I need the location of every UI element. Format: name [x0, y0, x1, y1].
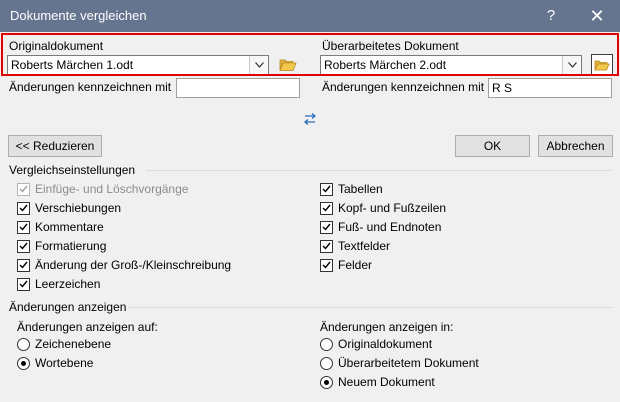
checkbox-box[interactable]: [17, 258, 30, 272]
revised-doc-value: Roberts Märchen 2.odt: [324, 58, 447, 72]
checkbox-headers-footers[interactable]: Kopf- und Fußzeilen: [320, 201, 446, 215]
checkbox-label: Felder: [338, 258, 373, 272]
radio-label: Neuem Dokument: [338, 375, 435, 389]
checkbox-label: Tabellen: [338, 182, 383, 196]
checkbox-label: Kopf- und Fußzeilen: [338, 201, 447, 215]
radio-original-document[interactable]: Originaldokument: [320, 337, 432, 351]
window-title: Dokumente vergleichen: [10, 8, 147, 23]
checkbox-label: Einfüge- und Löschvorgänge: [35, 182, 189, 196]
checkbox-box[interactable]: [17, 201, 30, 215]
checkbox-box[interactable]: [17, 277, 30, 291]
checkbox-tables[interactable]: Tabellen: [320, 182, 383, 196]
checkbox-box[interactable]: [17, 182, 30, 196]
close-button[interactable]: ✕: [579, 4, 615, 28]
compare-settings-heading: Vergleichseinstellungen: [9, 163, 136, 177]
checkbox-label: Leerzeichen: [35, 277, 101, 291]
checkbox-box[interactable]: [17, 220, 30, 234]
show-changes-in-label: Änderungen anzeigen in:: [320, 320, 454, 334]
checkbox-label: Kommentare: [35, 220, 104, 234]
checkbox-label: Textfelder: [338, 239, 391, 253]
radio-label: Originaldokument: [338, 337, 433, 351]
checkbox-label: Änderung der Groß-/Kleinschreibung: [35, 258, 232, 272]
revised-mark-input[interactable]: R S: [488, 78, 612, 98]
chevron-down-icon[interactable]: [562, 56, 581, 74]
radio-label: Wortebene: [35, 356, 94, 370]
ok-button[interactable]: OK: [455, 135, 530, 157]
radio-circle[interactable]: [320, 356, 333, 370]
original-doc-value: Roberts Märchen 1.odt: [11, 58, 134, 72]
checkbox-label: Formatierung: [35, 239, 107, 253]
original-doc-label: Originaldokument: [9, 39, 104, 53]
checkbox-box[interactable]: [17, 239, 30, 253]
radio-new-document[interactable]: Neuem Dokument: [320, 375, 435, 389]
radio-revised-document[interactable]: Überarbeitetem Dokument: [320, 356, 479, 370]
checkbox-label: Verschiebungen: [35, 201, 122, 215]
checkbox-fields[interactable]: Felder: [320, 258, 372, 272]
checkbox-footnotes-endnotes[interactable]: Fuß- und Endnoten: [320, 220, 441, 234]
chevron-down-icon[interactable]: [249, 56, 268, 74]
show-changes-at-label: Änderungen anzeigen auf:: [17, 320, 158, 334]
revised-mark-label: Änderungen kennzeichnen mit: [322, 80, 485, 94]
checkbox-box[interactable]: [320, 258, 333, 272]
checkbox-whitespace[interactable]: Leerzeichen: [17, 277, 100, 291]
original-mark-input[interactable]: [176, 78, 300, 98]
checkbox-label: Fuß- und Endnoten: [338, 220, 442, 234]
radio-word-level[interactable]: Wortebene: [17, 356, 93, 370]
original-doc-combo[interactable]: Roberts Märchen 1.odt: [7, 55, 269, 75]
original-mark-label: Änderungen kennzeichnen mit: [9, 80, 172, 94]
checkbox-moves[interactable]: Verschiebungen: [17, 201, 121, 215]
checkbox-box[interactable]: [320, 182, 333, 196]
swap-icon[interactable]: [303, 112, 317, 129]
open-folder-icon[interactable]: [277, 54, 299, 76]
revised-doc-combo[interactable]: Roberts Märchen 2.odt: [320, 55, 582, 75]
reduce-button[interactable]: << Reduzieren: [8, 135, 102, 157]
radio-circle[interactable]: [320, 337, 333, 351]
radio-label: Zeichenebene: [35, 337, 112, 351]
checkbox-box[interactable]: [320, 239, 333, 253]
radio-label: Überarbeitetem Dokument: [338, 356, 479, 370]
separator: [146, 170, 612, 171]
separator: [128, 307, 612, 308]
checkbox-formatting[interactable]: Formatierung: [17, 239, 106, 253]
checkbox-comments[interactable]: Kommentare: [17, 220, 104, 234]
help-button[interactable]: ?: [533, 4, 569, 28]
radio-circle[interactable]: [320, 375, 333, 389]
checkbox-box[interactable]: [320, 220, 333, 234]
open-folder-icon[interactable]: [591, 54, 613, 76]
radio-circle[interactable]: [17, 337, 30, 351]
title-bar: Dokumente vergleichen ? ✕: [0, 0, 620, 32]
revised-doc-label: Überarbeitetes Dokument: [322, 39, 459, 53]
radio-character-level[interactable]: Zeichenebene: [17, 337, 111, 351]
checkbox-insertions-deletions[interactable]: Einfüge- und Löschvorgänge: [17, 182, 188, 196]
checkbox-textboxes[interactable]: Textfelder: [320, 239, 390, 253]
show-changes-heading: Änderungen anzeigen: [9, 300, 127, 314]
checkbox-case-changes[interactable]: Änderung der Groß-/Kleinschreibung: [17, 258, 231, 272]
checkbox-box[interactable]: [320, 201, 333, 215]
cancel-button[interactable]: Abbrechen: [538, 135, 613, 157]
radio-circle[interactable]: [17, 356, 30, 370]
